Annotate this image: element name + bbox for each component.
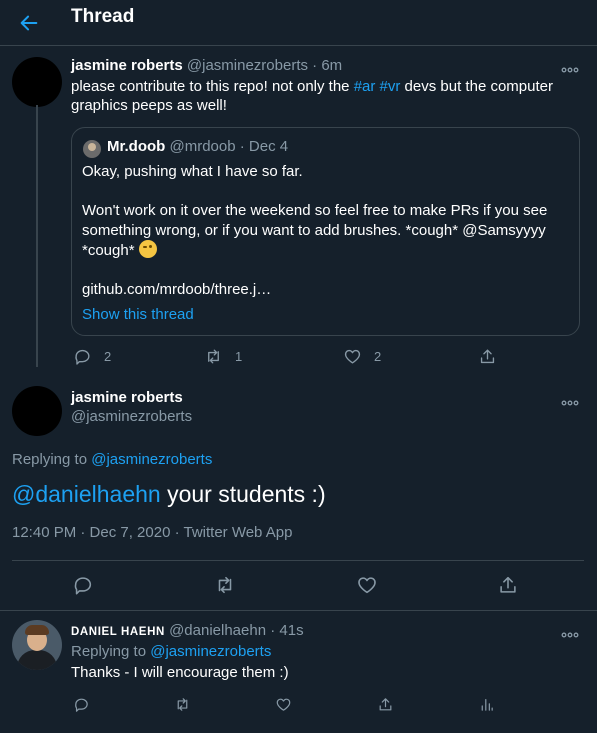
- tweet-time[interactable]: · 41s: [270, 622, 303, 639]
- more-dots-icon: [561, 400, 579, 406]
- tweet-jasmine-focused: jasmine roberts @jasminezroberts Replyin…: [0, 377, 597, 611]
- replying-to-link[interactable]: @jasminezroberts: [150, 643, 271, 660]
- retweet-count: 1: [235, 349, 243, 364]
- tweet-header: jasmine roberts @jasminezroberts · 6m: [71, 57, 342, 74]
- share-icon: [500, 576, 516, 593]
- like-count: 2: [374, 349, 382, 364]
- tweet-daniel-reply[interactable]: DANIEL HAEHN @danielhaehn · 41s Replying…: [0, 612, 597, 733]
- tweet-time[interactable]: · 6m: [312, 57, 342, 74]
- author-name[interactable]: jasmine roberts: [71, 57, 183, 74]
- show-thread-link[interactable]: Show this thread: [82, 306, 194, 323]
- author-handle[interactable]: @danielhaehn: [169, 622, 266, 639]
- like-button[interactable]: [275, 696, 292, 713]
- reply-button[interactable]: [72, 574, 94, 596]
- quoted-time: · Dec 4: [239, 138, 289, 155]
- heart-icon: [344, 349, 361, 364]
- analytics-button[interactable]: [478, 696, 495, 713]
- retweet-button[interactable]: [174, 696, 191, 713]
- reply-icon: [75, 698, 88, 712]
- mention-link[interactable]: @danielhaehn: [12, 481, 161, 507]
- more-options-button[interactable]: [561, 394, 581, 406]
- replying-to: Replying to @jasminezroberts: [12, 451, 213, 468]
- quoted-author-handle: @mrdoob: [169, 138, 236, 155]
- quoted-link: github.com/mrdoob/three.j…: [82, 281, 272, 298]
- share-button[interactable]: [377, 696, 394, 713]
- thread-connector-line: [36, 105, 38, 367]
- more-dots-icon: [561, 632, 579, 638]
- arrow-left-icon: [20, 15, 38, 31]
- tweet-header: DANIEL HAEHN @danielhaehn · 41s: [71, 622, 304, 639]
- share-icon: [480, 349, 495, 364]
- analytics-bars-icon: [481, 698, 493, 711]
- like-button[interactable]: [356, 574, 378, 596]
- retweet-icon: [218, 576, 232, 594]
- reply-count: 2: [104, 349, 112, 364]
- reply-button[interactable]: [73, 696, 90, 713]
- retweet-icon: [208, 349, 219, 364]
- replying-to: Replying to @jasminezroberts: [71, 643, 272, 660]
- quoted-text: Okay, pushing what I have so far. Won't …: [82, 162, 567, 319]
- avatar[interactable]: [12, 620, 62, 670]
- author-name[interactable]: DANIEL HAEHN: [71, 626, 165, 638]
- replying-to-link[interactable]: @jasminezroberts: [91, 451, 212, 468]
- tweet-timestamp[interactable]: 12:40 PM · Dec 7, 2020 · Twitter Web App: [12, 524, 292, 541]
- share-icon: [379, 698, 392, 711]
- retweet-button[interactable]: [214, 574, 236, 596]
- like-button[interactable]: 2: [343, 347, 381, 366]
- reply-icon: [75, 349, 90, 365]
- avatar[interactable]: [12, 57, 62, 107]
- quoted-header: Mr.doob @mrdoob · Dec 4: [107, 138, 288, 155]
- more-options-button[interactable]: [561, 626, 581, 638]
- quoted-author-name: Mr.doob: [107, 138, 166, 155]
- avatar[interactable]: [12, 386, 62, 436]
- quoted-tweet[interactable]: Mr.doob @mrdoob · Dec 4 Okay, pushing wh…: [71, 127, 580, 336]
- tweet-text: please contribute to this repo! not only…: [71, 78, 553, 114]
- tweet-jasmine-original[interactable]: jasmine roberts @jasminezroberts · 6m pl…: [0, 47, 597, 376]
- heart-icon: [358, 577, 376, 594]
- more-dots-icon: [561, 67, 579, 73]
- thread-header: Thread: [0, 0, 597, 46]
- back-button[interactable]: [14, 8, 44, 38]
- retweet-button[interactable]: 1: [204, 347, 242, 366]
- winking-face-emoji-icon: [138, 240, 157, 258]
- page-title: Thread: [71, 6, 135, 27]
- hashtag-vr[interactable]: #vr: [380, 78, 401, 95]
- tweet-text: @danielhaehn your students :): [12, 481, 326, 507]
- heart-icon: [276, 698, 291, 711]
- share-button[interactable]: [497, 574, 519, 596]
- tweet-text: Thanks - I will encourage them :): [71, 664, 289, 681]
- hashtag-ar[interactable]: #ar: [354, 78, 376, 95]
- retweet-icon: [177, 698, 188, 711]
- author-handle[interactable]: @jasminezroberts: [187, 57, 308, 74]
- more-options-button[interactable]: [561, 61, 581, 73]
- reply-icon: [74, 577, 92, 595]
- author-handle[interactable]: @jasminezroberts: [71, 408, 192, 425]
- share-button[interactable]: [478, 347, 497, 366]
- author-name[interactable]: jasmine roberts: [71, 389, 183, 406]
- reply-button[interactable]: 2: [73, 347, 111, 366]
- quoted-avatar: [83, 140, 101, 158]
- divider: [12, 560, 584, 561]
